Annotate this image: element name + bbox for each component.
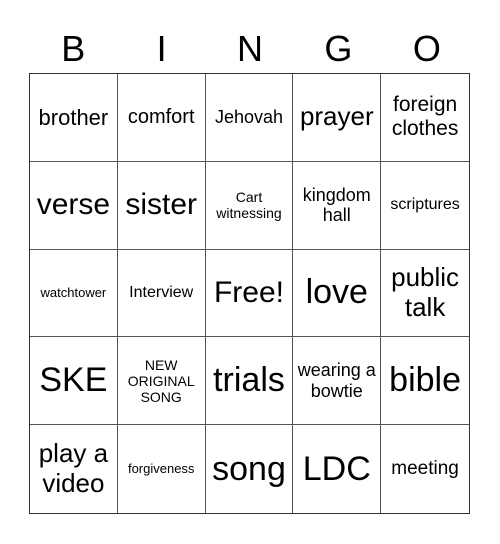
bingo-cell[interactable]: scriptures [381, 162, 469, 250]
bingo-cell[interactable]: comfort [117, 74, 206, 162]
bingo-cell[interactable]: wearing a bowtie [293, 337, 382, 426]
free-space-cell[interactable]: Free! [205, 249, 294, 338]
bingo-cell[interactable]: forgiveness [118, 425, 206, 513]
bingo-cell[interactable]: song [206, 425, 294, 513]
bingo-cell[interactable]: LDC [293, 425, 382, 513]
header-letter-n: N [237, 28, 264, 69]
header-letter-o: O [412, 28, 441, 69]
bingo-grid: brother comfort Jehovah prayer foreign c… [29, 73, 470, 514]
header-letter-i: I [156, 28, 167, 69]
bingo-cell[interactable]: meeting [381, 425, 469, 513]
bingo-cell[interactable]: Interview [117, 249, 206, 338]
bingo-cell[interactable]: kingdom hall [293, 161, 382, 250]
bingo-cell[interactable]: love [293, 249, 382, 338]
bingo-cell[interactable]: Cart witnessing [205, 161, 294, 250]
bingo-cell[interactable]: public talk [381, 250, 469, 338]
bingo-cell[interactable]: trials [205, 337, 294, 426]
header-letter-b: B [61, 28, 86, 69]
bingo-cell[interactable]: sister [117, 161, 206, 250]
bingo-cell[interactable]: verse [30, 161, 118, 250]
bingo-cell[interactable]: NEW ORIGINAL SONG [117, 337, 206, 426]
bingo-cell[interactable]: prayer [293, 74, 382, 162]
bingo-cell[interactable]: SKE [30, 337, 118, 426]
bingo-cell[interactable]: brother [30, 74, 118, 162]
bingo-header: B I N G O [29, 24, 471, 74]
bingo-cell[interactable]: watchtower [30, 249, 118, 338]
bingo-cell[interactable]: foreign clothes [381, 74, 469, 162]
bingo-cell[interactable]: play a video [30, 425, 118, 513]
header-letter-g: G [324, 28, 353, 69]
bingo-cell[interactable]: Jehovah [205, 74, 294, 162]
bingo-cell[interactable]: bible [381, 337, 469, 426]
